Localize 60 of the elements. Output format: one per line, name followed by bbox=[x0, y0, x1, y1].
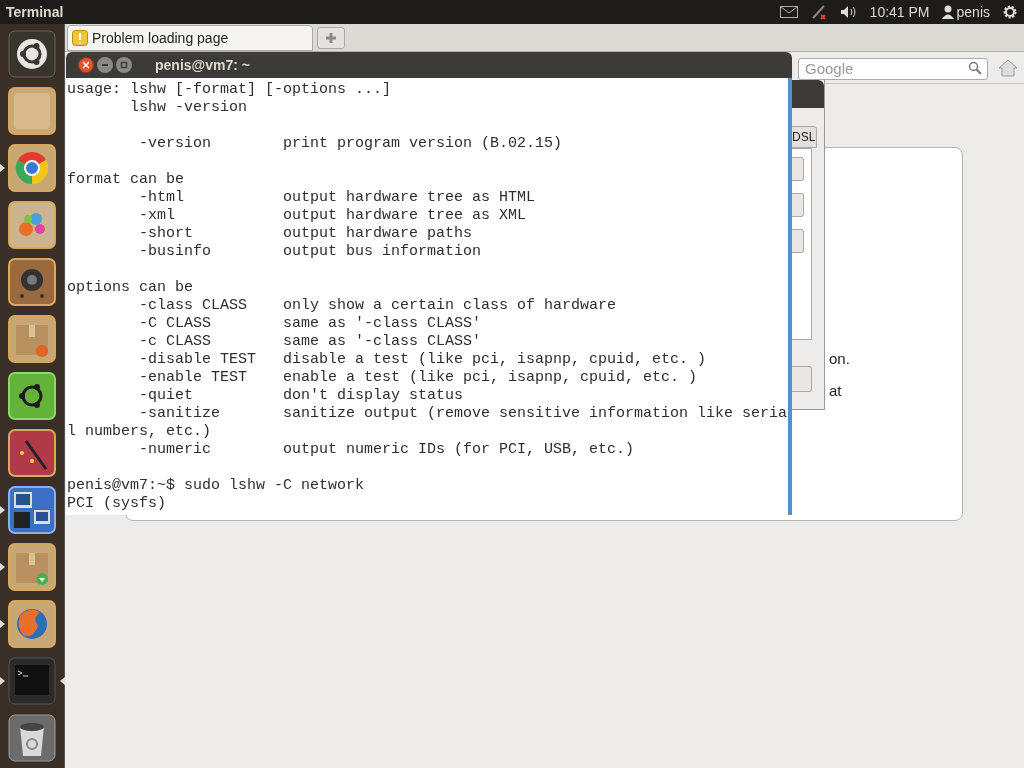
app-title: Terminal bbox=[6, 2, 64, 22]
terminal-line: -sanitize sanitize output (remove sensitive information like seria bbox=[138, 405, 788, 423]
terminal-line: penis@vm7:~$ sudo lshw -C network bbox=[67, 477, 365, 495]
terminal-line: usage: lshw [-format] [-options ...] bbox=[67, 81, 392, 99]
warning-icon bbox=[72, 30, 88, 46]
package-icon[interactable] bbox=[8, 315, 56, 363]
terminal-line: lshw -version bbox=[129, 99, 248, 117]
terminal-line: -businfo output bus information bbox=[138, 243, 482, 261]
clock[interactable]: 10:41 PM bbox=[869, 1, 930, 23]
error-text: on. bbox=[829, 349, 851, 369]
search-field[interactable]: Google bbox=[798, 57, 988, 80]
error-text: at bbox=[829, 380, 843, 401]
magic-wand-icon[interactable] bbox=[8, 429, 56, 477]
globe-icon[interactable] bbox=[8, 600, 56, 648]
terminal-line: options can be bbox=[67, 279, 194, 297]
plus-icon bbox=[325, 32, 337, 44]
volume-icon[interactable] bbox=[839, 5, 858, 19]
terminal-line: PCI (sysfs) bbox=[67, 495, 167, 513]
minimize-icon bbox=[101, 61, 109, 69]
terminal-line: -c CLASS same as '-class CLASS' bbox=[138, 333, 482, 351]
terminal-icon[interactable] bbox=[8, 657, 56, 705]
terminal-line: -class CLASS only show a certain class of hardware bbox=[138, 297, 617, 315]
trash-icon[interactable] bbox=[8, 714, 56, 762]
new-tab-button[interactable] bbox=[317, 27, 345, 49]
mail-icon[interactable] bbox=[779, 6, 798, 18]
terminal-line: -disable TEST disable a test (like pci, isapnp, cpuid, etc. ) bbox=[138, 351, 707, 369]
terminal-line: format can be bbox=[67, 171, 185, 189]
speaker-icon[interactable] bbox=[8, 258, 56, 306]
terminal-line: l numbers, etc.) bbox=[67, 423, 212, 441]
window-title: penis@vm7: ~ bbox=[155, 55, 250, 75]
maximize-button[interactable] bbox=[116, 57, 132, 73]
paint-splash-icon[interactable] bbox=[8, 201, 56, 249]
terminal-line: -short output hardware paths bbox=[138, 225, 473, 243]
tab-title: Problem loading page bbox=[92, 28, 229, 48]
search-icon[interactable] bbox=[968, 60, 982, 75]
ubuntu-logo-icon[interactable] bbox=[8, 372, 56, 420]
terminal-line: -numeric output numeric IDs (for PCI, USB, etc.) bbox=[138, 441, 635, 459]
terminal-line: -quiet don't display status bbox=[138, 387, 464, 405]
network-disconnected-icon[interactable] bbox=[809, 3, 828, 21]
terminal-line: -version print program version (B.02.15) bbox=[138, 135, 563, 153]
dialog-button[interactable] bbox=[790, 366, 812, 392]
browser-tab[interactable]: Problem loading page bbox=[67, 25, 313, 51]
home-icon[interactable] bbox=[998, 58, 1018, 77]
dialog-title-bar bbox=[790, 80, 824, 108]
computers-icon[interactable] bbox=[8, 486, 56, 534]
user-icon bbox=[941, 5, 954, 19]
ubuntu-logo-icon[interactable] bbox=[8, 30, 56, 78]
maximize-icon bbox=[120, 61, 128, 69]
terminal-line: -xml output hardware tree as XML bbox=[138, 207, 527, 225]
terminal-line: -enable TEST enable a test (like pci, isapnp, cpuid, etc. ) bbox=[138, 369, 698, 387]
blank-tile-icon[interactable] bbox=[8, 87, 56, 135]
close-button[interactable] bbox=[78, 57, 94, 73]
package-download-icon[interactable] bbox=[8, 543, 56, 591]
terminal-line: -C CLASS same as '-class CLASS' bbox=[138, 315, 482, 333]
settings-icon[interactable] bbox=[1002, 4, 1018, 20]
browser-icon[interactable] bbox=[8, 144, 56, 192]
dialog-tab[interactable]: DSL bbox=[790, 126, 818, 148]
user-name[interactable]: penis bbox=[956, 1, 990, 23]
terminal-line: -html output hardware tree as HTML bbox=[138, 189, 536, 207]
close-icon bbox=[82, 61, 90, 69]
